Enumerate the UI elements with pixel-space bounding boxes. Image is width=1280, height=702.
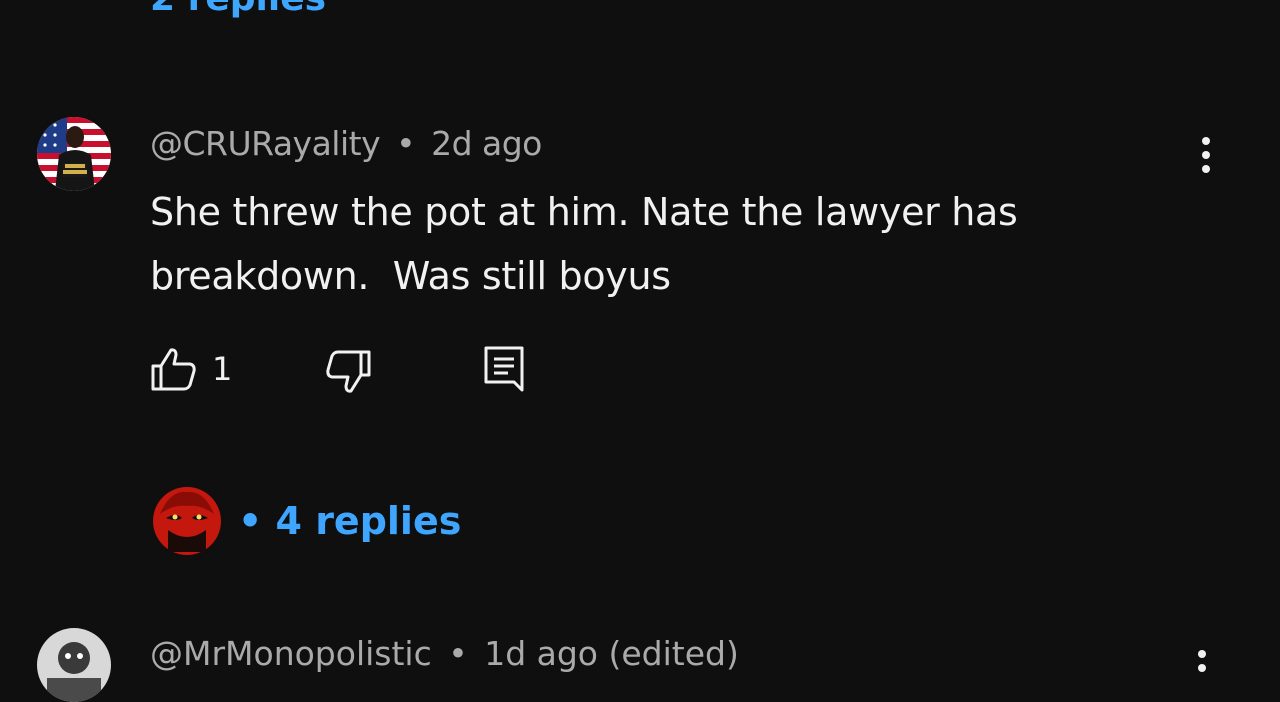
comment-timestamp[interactable]: 2d ago (431, 124, 542, 163)
comment-menu-button[interactable] (1186, 130, 1226, 180)
meta-separator: • (396, 124, 416, 163)
like-button[interactable]: 1 (148, 344, 232, 394)
dislike-button[interactable] (324, 348, 374, 398)
more-vertical-icon (1202, 137, 1210, 173)
thumbs-up-icon (151, 348, 196, 391)
previous-replies-link[interactable]: 2 replies (150, 0, 326, 19)
comment-body-line: breakdown. Was still boyus (150, 254, 671, 298)
next-comment-timestamp[interactable]: 1d ago (edited) (484, 634, 739, 673)
reply-comment-icon (484, 346, 524, 392)
next-comment-meta: @MrMonopolistic • 1d ago (edited) (150, 634, 739, 673)
next-comment-avatar[interactable] (37, 628, 111, 702)
avatar[interactable] (37, 117, 111, 191)
thumbs-down-icon (326, 350, 371, 393)
replies-link[interactable]: • 4 replies (238, 499, 461, 543)
more-vertical-icon (1198, 650, 1206, 672)
next-comment-menu-button[interactable] (1196, 648, 1208, 682)
comment-body-line: She threw the pot at him. Nate the lawye… (150, 190, 1018, 234)
like-count: 1 (212, 350, 233, 388)
reply-avatar-image (150, 484, 224, 558)
comment-body: She threw the pot at him. Nate the lawye… (150, 180, 1150, 308)
meta-separator: • (448, 634, 468, 673)
comment-meta: @CRURayality • 2d ago (150, 124, 542, 163)
replies-row[interactable]: • 4 replies (150, 484, 461, 558)
comment-author[interactable]: @CRURayality (150, 124, 381, 163)
next-comment-author[interactable]: @MrMonopolistic (150, 634, 432, 673)
reply-author-avatar (150, 484, 224, 558)
next-avatar-image (37, 628, 111, 702)
avatar-image (37, 117, 111, 191)
reply-button[interactable] (482, 344, 528, 396)
